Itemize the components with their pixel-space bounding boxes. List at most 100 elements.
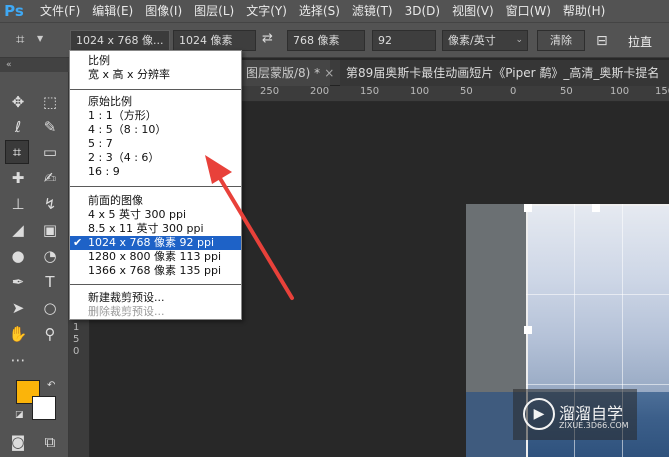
- swap-dimensions-icon[interactable]: ⇄: [262, 31, 273, 46]
- ruler-label: 200: [310, 86, 330, 97]
- background-color-swatch[interactable]: [32, 396, 56, 420]
- crop-tool-icon[interactable]: ⌗: [5, 140, 29, 164]
- dropdown-item[interactable]: 16 : 9: [70, 165, 241, 179]
- menu-type[interactable]: 文字(Y): [240, 0, 293, 22]
- tab-piper[interactable]: 第89届奥斯卡最佳动画短片《Piper 鹬》_高清_奥斯卡提名: [340, 60, 669, 86]
- zoom-tool-icon[interactable]: ⚲: [38, 322, 62, 346]
- eyedropper-tool-icon[interactable]: ▭: [38, 140, 62, 164]
- crop-handle[interactable]: [592, 204, 600, 212]
- menu-help[interactable]: 帮助(H): [557, 0, 611, 22]
- menu-file[interactable]: 文件(F): [34, 0, 86, 22]
- dropdown-item-delete-preset: 删除裁剪预设...: [88, 305, 165, 318]
- crop-grid-line: [526, 384, 669, 385]
- crop-tool-icon[interactable]: ⌗: [16, 30, 24, 48]
- quick-mask-icon[interactable]: ◙: [6, 430, 30, 454]
- move-tool-icon[interactable]: ✥: [6, 90, 30, 114]
- dropdown-separator: [70, 284, 241, 285]
- dropdown-item[interactable]: 8.5 x 11 英寸 300 ppi: [70, 222, 241, 236]
- watermark: ▶ 溜溜自学 ZIXUE.3D66.COM: [513, 389, 637, 440]
- dropdown-item-new-preset[interactable]: 新建裁剪预设...: [70, 291, 241, 305]
- resolution-unit-value: 像素/英寸: [448, 34, 496, 47]
- resolution-input[interactable]: 92: [372, 30, 436, 51]
- type-tool-icon[interactable]: T: [38, 270, 62, 294]
- screen-mode-icon[interactable]: ⧉: [38, 430, 62, 454]
- tab-label: 图层蒙版/8) *: [246, 66, 321, 80]
- eraser-tool-icon[interactable]: ◢: [6, 218, 30, 242]
- ruler-label: 50: [460, 86, 473, 97]
- history-brush-icon[interactable]: ↯: [38, 192, 62, 216]
- dropdown-item-ratio[interactable]: 比例: [70, 54, 241, 68]
- marquee-tool-icon[interactable]: ⬚: [38, 90, 62, 114]
- dropdown-item[interactable]: 5 : 7: [70, 137, 241, 151]
- hand-tool-icon[interactable]: ✋: [6, 322, 30, 346]
- straighten-label[interactable]: 拉直: [628, 33, 652, 50]
- menu-layer[interactable]: 图层(L): [188, 0, 240, 22]
- menu-bar: Ps 文件(F) 编辑(E) 图像(I) 图层(L) 文字(Y) 选择(S) 滤…: [0, 0, 669, 22]
- pen-tool-icon[interactable]: ✒: [6, 270, 30, 294]
- dodge-tool-icon[interactable]: ◔: [38, 244, 62, 268]
- crop-preset-value: 1024 x 768 像...: [76, 34, 164, 47]
- ruler-label: 150: [73, 322, 80, 357]
- ruler-label: 100: [410, 86, 430, 97]
- crop-height-input[interactable]: 768 像素: [287, 30, 365, 51]
- dropdown-item[interactable]: 原始比例: [70, 95, 241, 109]
- close-icon[interactable]: ×: [324, 66, 334, 80]
- swap-colors-icon[interactable]: ↶: [47, 380, 55, 391]
- chevron-down-icon: ⌄: [515, 35, 523, 45]
- dropdown-group: 比例 宽 x 高 x 分辨率: [70, 54, 241, 82]
- dropdown-separator: [70, 89, 241, 90]
- menu-filter[interactable]: 滤镜(T): [346, 0, 399, 22]
- dropdown-item[interactable]: 4 : 5（8 : 10）: [70, 123, 241, 137]
- ruler-label: 250: [260, 86, 280, 97]
- crop-handle[interactable]: [524, 326, 532, 334]
- toolbox-collapse-icon[interactable]: «: [0, 58, 69, 72]
- crop-preset-dropdown: 比例 宽 x 高 x 分辨率 原始比例 1 : 1（方形） 4 : 5（8 : …: [69, 50, 242, 320]
- default-colors-icon[interactable]: ◪: [15, 410, 24, 420]
- quick-select-tool-icon[interactable]: ✎: [38, 115, 62, 139]
- tab-layer-mask[interactable]: 图层蒙版/8) * ×: [240, 60, 334, 86]
- lasso-tool-icon[interactable]: ℓ: [6, 115, 30, 139]
- path-select-icon[interactable]: ➤: [6, 296, 30, 320]
- menu-view[interactable]: 视图(V): [446, 0, 500, 22]
- menu-edit[interactable]: 编辑(E): [86, 0, 139, 22]
- dropdown-item[interactable]: 2 : 3（4 : 6）: [70, 151, 241, 165]
- watermark-url: ZIXUE.3D66.COM: [559, 421, 629, 430]
- straighten-icon[interactable]: ⊟: [596, 33, 608, 49]
- dropdown-item[interactable]: 4 x 5 英寸 300 ppi: [70, 208, 241, 222]
- more-tools-icon[interactable]: ⋯: [6, 348, 30, 372]
- crop-preset-select[interactable]: 1024 x 768 像...: [70, 30, 170, 51]
- watermark-logo-icon: ▶: [523, 398, 555, 430]
- dropdown-item-selected[interactable]: ✔ 1024 x 768 像素 92 ppi: [70, 236, 241, 250]
- dropdown-item[interactable]: 1366 x 768 像素 135 ppi: [70, 264, 241, 278]
- brush-tool-icon[interactable]: ✍: [38, 166, 62, 190]
- ruler-label: 150: [655, 86, 669, 97]
- crop-handle[interactable]: [524, 204, 532, 212]
- tool-preset-arrow-icon[interactable]: ▼: [37, 34, 43, 43]
- photoshop-logo: Ps: [4, 2, 24, 20]
- clear-button[interactable]: 清除: [537, 30, 585, 51]
- resolution-unit-select[interactable]: 像素/英寸 ⌄: [442, 30, 528, 51]
- clone-stamp-icon[interactable]: ⊥: [6, 192, 30, 216]
- ruler-label: 150: [360, 86, 380, 97]
- menu-window[interactable]: 窗口(W): [500, 0, 557, 22]
- dropdown-separator: [70, 186, 241, 187]
- dropdown-group: 原始比例 1 : 1（方形） 4 : 5（8 : 10） 5 : 7 2 : 3…: [70, 95, 241, 179]
- crop-width-input[interactable]: 1024 像素: [173, 30, 256, 51]
- dropdown-item[interactable]: 1 : 1（方形）: [70, 109, 241, 123]
- tab-label: 第89届奥斯卡最佳动画短片《Piper 鹬》_高清_奥斯卡提名: [346, 66, 660, 80]
- ruler-label: 100: [610, 86, 630, 97]
- dropdown-item[interactable]: 前面的图像: [70, 194, 241, 208]
- dropdown-item[interactable]: 1280 x 800 像素 113 ppi: [70, 250, 241, 264]
- menu-select[interactable]: 选择(S): [293, 0, 346, 22]
- checkmark-icon: ✔: [73, 236, 83, 249]
- dropdown-group: 前面的图像 4 x 5 英寸 300 ppi 8.5 x 11 英寸 300 p…: [70, 194, 241, 278]
- dropdown-item-label: 1024 x 768 像素 92 ppi: [88, 236, 215, 249]
- healing-brush-icon[interactable]: ✚: [6, 166, 30, 190]
- blur-tool-icon[interactable]: ●: [6, 244, 30, 268]
- ruler-label: 50: [560, 86, 573, 97]
- menu-3d[interactable]: 3D(D): [399, 0, 446, 22]
- menu-image[interactable]: 图像(I): [139, 0, 188, 22]
- ellipse-tool-icon[interactable]: ○: [38, 296, 62, 320]
- gradient-tool-icon[interactable]: ▣: [38, 218, 62, 242]
- dropdown-item-whr[interactable]: 宽 x 高 x 分辨率: [70, 68, 241, 82]
